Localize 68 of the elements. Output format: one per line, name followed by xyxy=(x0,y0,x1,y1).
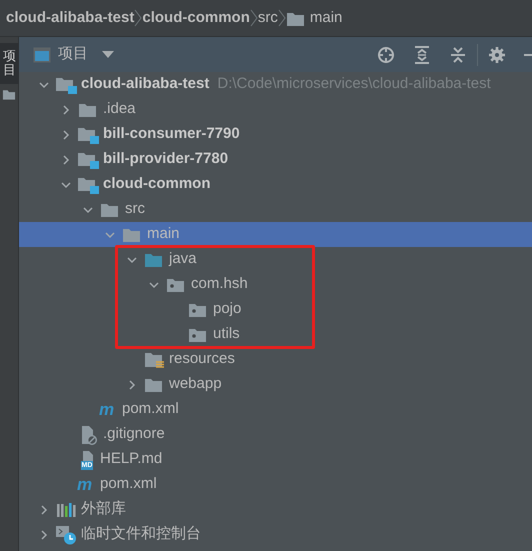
breadcrumb-item[interactable]: src xyxy=(258,6,278,30)
maven-icon: m xyxy=(77,476,97,493)
expanded-chevron-icon[interactable] xyxy=(105,230,115,240)
item-label: bill-provider-7780 xyxy=(103,149,228,170)
collapsed-chevron-icon[interactable] xyxy=(39,530,49,540)
item-label: utils xyxy=(213,324,240,344)
tree-item[interactable]: .gitignore xyxy=(19,422,532,447)
tree-item[interactable]: webapp xyxy=(19,372,532,397)
item-label: pojo xyxy=(213,299,242,320)
item-label: HELP.md xyxy=(100,449,162,470)
item-label: com.hsh xyxy=(191,274,248,294)
item-label: .idea xyxy=(103,99,136,120)
tree-item[interactable]: utils xyxy=(19,322,532,347)
chevron-separator-icon xyxy=(278,9,286,27)
dropdown-button[interactable] xyxy=(102,51,114,58)
item-label: 外部库 xyxy=(81,499,126,520)
breadcrumb-item[interactable]: main xyxy=(310,6,342,30)
tree-item[interactable]: bill-provider-7780 xyxy=(19,147,532,172)
item-label: bill-consumer-7790 xyxy=(103,124,240,144)
item-label: pom.xml xyxy=(100,474,157,494)
collapsed-chevron-icon[interactable] xyxy=(39,504,49,514)
expanded-chevron-icon[interactable] xyxy=(61,180,71,190)
project-window-icon xyxy=(33,46,51,62)
breadcrumb-item[interactable]: cloud-common xyxy=(142,6,250,30)
tree-item[interactable]: .idea xyxy=(19,97,532,122)
item-label: 临时文件和控制台 xyxy=(81,524,201,544)
settings-icon[interactable] xyxy=(488,46,506,64)
tree-item[interactable]: 外部库 xyxy=(19,497,532,522)
hide-icon[interactable] xyxy=(524,52,532,56)
collapsed-chevron-icon[interactable] xyxy=(61,130,71,140)
breadcrumb-item[interactable]: cloud-alibaba-test xyxy=(6,6,134,30)
tree-item[interactable]: resources xyxy=(19,347,532,372)
item-label: cloud-common xyxy=(103,174,210,194)
tree-item[interactable]: main xyxy=(19,222,532,247)
tree-item[interactable]: java xyxy=(19,247,532,272)
item-label: main xyxy=(147,224,180,244)
expanded-chevron-icon[interactable] xyxy=(39,80,49,90)
collapsed-chevron-icon[interactable] xyxy=(61,154,71,164)
expanded-chevron-icon[interactable] xyxy=(127,254,137,264)
tree-item[interactable]: bill-consumer-7790 xyxy=(19,122,532,147)
tree-item[interactable]: m pom.xml xyxy=(19,472,532,497)
maven-icon: m xyxy=(99,401,119,418)
scratch-clock-icon xyxy=(55,524,78,544)
chevron-separator-icon xyxy=(250,9,258,27)
tree-item[interactable]: com.hsh xyxy=(19,272,532,297)
collapsed-chevron-icon[interactable] xyxy=(127,380,137,390)
locate-icon[interactable] xyxy=(377,46,395,64)
item-label: src xyxy=(125,199,145,220)
tree-item[interactable]: pojo xyxy=(19,297,532,322)
expanded-chevron-icon[interactable] xyxy=(149,280,159,290)
tree-item[interactable]: m pom.xml xyxy=(19,397,532,422)
collapsed-chevron-icon[interactable] xyxy=(61,104,71,114)
item-label: resources xyxy=(169,349,235,370)
project-tab[interactable]: 项目 xyxy=(0,43,19,84)
item-label: java xyxy=(169,249,197,270)
collapse-all-icon[interactable] xyxy=(449,46,467,64)
expand-all-icon[interactable] xyxy=(413,46,431,64)
view-label: 项目 xyxy=(58,44,88,64)
folder-icon[interactable] xyxy=(2,88,16,101)
item-label: cloud-alibaba-test xyxy=(81,74,210,94)
item-label: pom.xml xyxy=(122,399,179,420)
tree-item[interactable]: 临时文件和控制台 xyxy=(19,522,532,547)
item-label: webapp xyxy=(169,374,222,394)
tree-item[interactable]: src xyxy=(19,197,532,222)
item-label: .gitignore xyxy=(103,424,165,444)
tree-item[interactable]: cloud-common xyxy=(19,172,532,197)
expanded-chevron-icon[interactable] xyxy=(83,204,93,214)
chevron-separator-icon xyxy=(134,9,142,27)
